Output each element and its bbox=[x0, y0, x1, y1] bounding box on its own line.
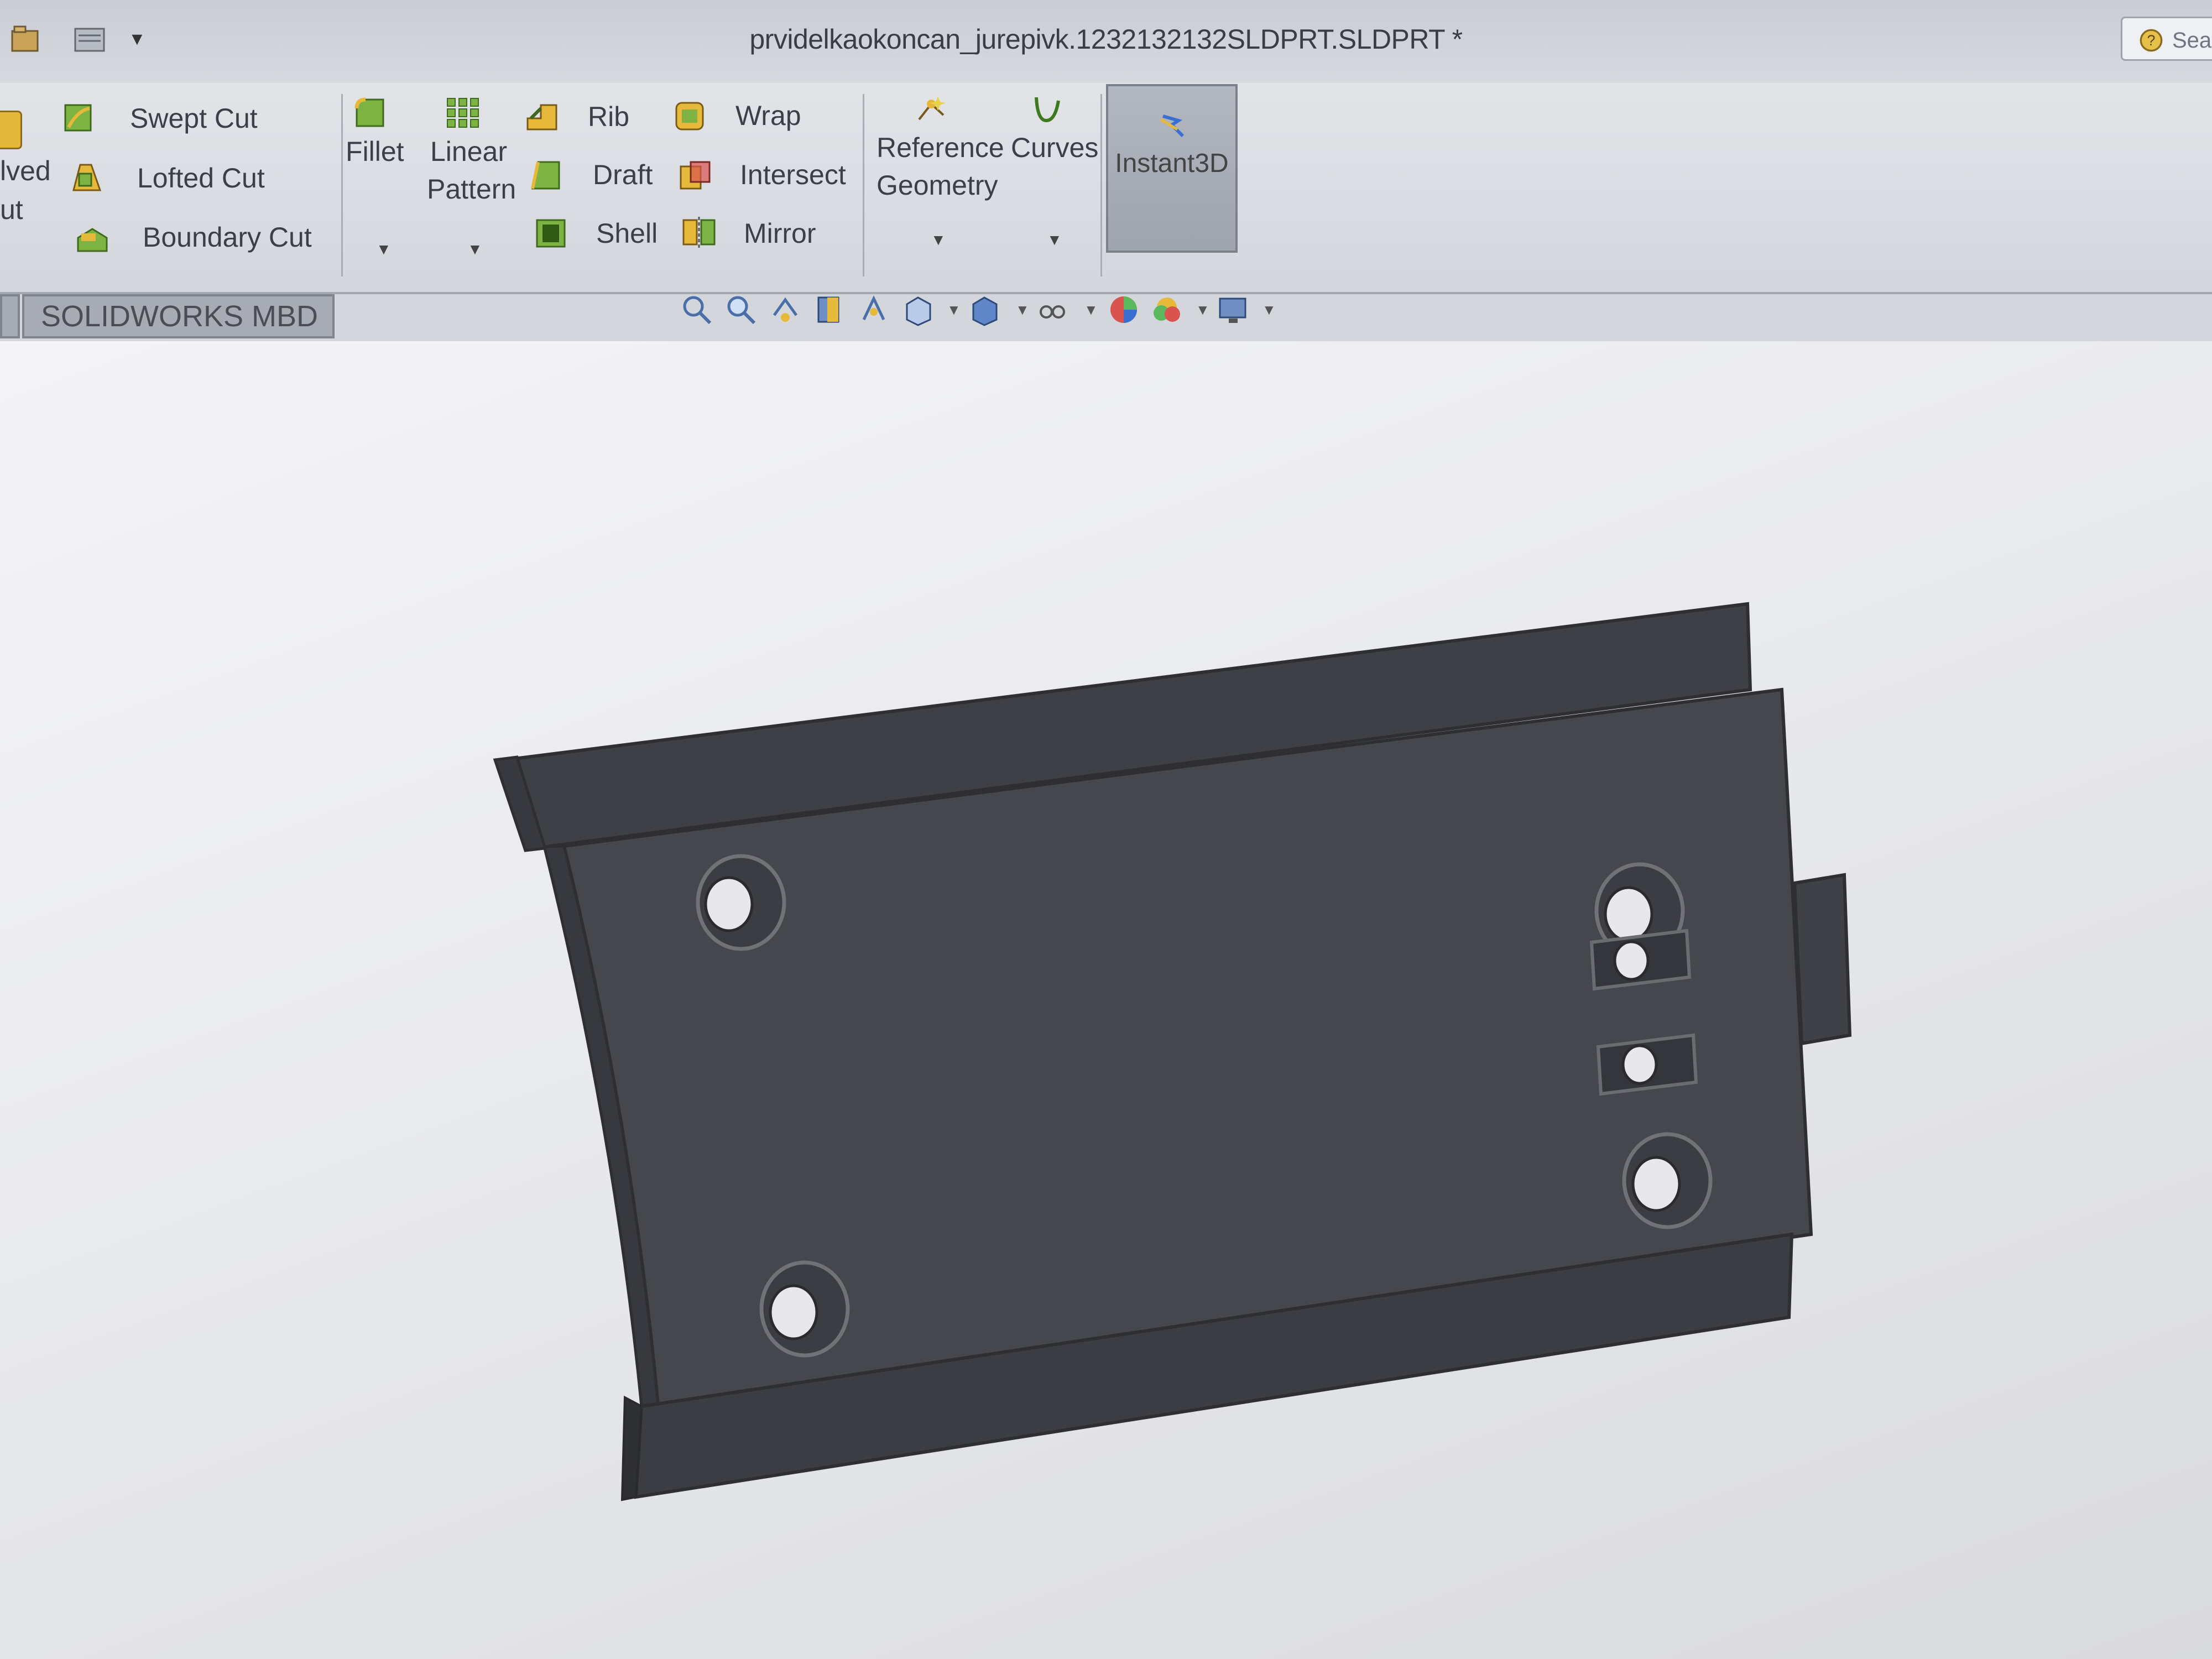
draft-icon[interactable] bbox=[528, 158, 564, 193]
zoom-to-fit-icon[interactable] bbox=[680, 293, 713, 326]
zoom-to-area-icon[interactable] bbox=[724, 293, 758, 326]
tab-previous[interactable] bbox=[0, 294, 20, 338]
wrap-label[interactable]: Wrap bbox=[735, 100, 801, 132]
reference-geometry-label-2[interactable]: Geometry bbox=[877, 169, 998, 201]
swept-cut-icon[interactable] bbox=[61, 100, 96, 135]
ribbon-separator bbox=[1100, 94, 1102, 276]
swept-cut-label[interactable]: Swept Cut bbox=[130, 102, 258, 134]
linear-pattern-label-1[interactable]: Linear bbox=[430, 135, 507, 168]
previous-view-icon[interactable] bbox=[769, 293, 802, 326]
hide-show-items-icon[interactable] bbox=[1035, 293, 1068, 326]
shell-label[interactable]: Shell bbox=[596, 217, 658, 249]
view-orientation-icon[interactable] bbox=[901, 293, 935, 326]
apply-scene-dropdown-icon[interactable]: ▼ bbox=[1196, 301, 1210, 319]
rib-label[interactable]: Rib bbox=[588, 101, 629, 133]
instant3d-label: Instant3D bbox=[1115, 149, 1229, 178]
hide-show-dropdown-icon[interactable]: ▼ bbox=[1084, 301, 1098, 319]
ribbon-separator bbox=[863, 94, 864, 276]
section-view-icon[interactable] bbox=[813, 293, 846, 326]
rib-icon[interactable] bbox=[524, 100, 560, 135]
title-bar: ▼ prvidelkaokoncan_jurepivk.1232132132SL… bbox=[0, 0, 2212, 85]
display-style-icon[interactable] bbox=[968, 293, 1001, 326]
revolved-cut-label-2[interactable]: ut bbox=[0, 194, 23, 226]
reference-geometry-icon[interactable] bbox=[914, 93, 949, 128]
curves-label[interactable]: Curves bbox=[1011, 132, 1098, 164]
revolved-cut-icon[interactable] bbox=[0, 111, 22, 149]
dynamic-annotation-icon[interactable] bbox=[857, 293, 890, 326]
mirror-icon[interactable] bbox=[681, 215, 717, 250]
tab-solidworks-mbd[interactable]: SOLIDWORKS MBD bbox=[22, 294, 335, 338]
linear-pattern-dropdown-icon[interactable]: ▼ bbox=[467, 241, 483, 258]
fillet-dropdown-icon[interactable]: ▼ bbox=[376, 241, 392, 258]
view-settings-icon[interactable] bbox=[1217, 293, 1250, 326]
revolved-cut-label-1[interactable]: lved bbox=[0, 155, 51, 187]
reference-geometry-dropdown-icon[interactable]: ▼ bbox=[931, 231, 946, 249]
help-icon: ? bbox=[2140, 29, 2163, 52]
boundary-cut-label[interactable]: Boundary Cut bbox=[143, 221, 312, 253]
window-title: prvidelkaokoncan_jurepivk.1232132132SLDP… bbox=[749, 24, 1463, 55]
lofted-cut-icon[interactable] bbox=[69, 160, 105, 196]
search-label: Sea bbox=[2172, 28, 2212, 53]
apply-scene-icon[interactable] bbox=[1150, 293, 1183, 326]
mirror-label[interactable]: Mirror bbox=[744, 217, 816, 249]
intersect-icon[interactable] bbox=[677, 158, 713, 193]
intersect-label[interactable]: Intersect bbox=[740, 159, 846, 191]
part-model[interactable] bbox=[0, 341, 2212, 1659]
linear-pattern-label-2[interactable]: Pattern bbox=[427, 173, 516, 205]
lofted-cut-label[interactable]: Lofted Cut bbox=[137, 162, 265, 194]
display-style-dropdown-icon[interactable]: ▼ bbox=[1015, 301, 1030, 319]
reference-geometry-label-1[interactable]: Reference bbox=[877, 132, 1004, 164]
curves-icon[interactable] bbox=[1030, 93, 1065, 128]
search-input[interactable]: ? Sea bbox=[2121, 17, 2212, 61]
view-orientation-dropdown-icon[interactable]: ▼ bbox=[947, 301, 961, 319]
curves-dropdown-icon[interactable]: ▼ bbox=[1047, 231, 1062, 249]
graphics-area[interactable] bbox=[0, 341, 2212, 1659]
fillet-icon[interactable] bbox=[352, 95, 388, 131]
linear-pattern-icon[interactable] bbox=[445, 95, 481, 131]
ribbon-separator bbox=[341, 94, 343, 276]
shell-icon[interactable] bbox=[534, 216, 569, 251]
instant3d-button[interactable]: Instant3D bbox=[1106, 84, 1238, 253]
instant3d-icon bbox=[1160, 114, 1185, 138]
view-settings-dropdown-icon[interactable]: ▼ bbox=[1262, 301, 1276, 319]
part-right-tab bbox=[1792, 873, 1852, 1046]
boundary-cut-icon[interactable] bbox=[75, 221, 110, 257]
fillet-label[interactable]: Fillet bbox=[346, 135, 404, 168]
draft-label[interactable]: Draft bbox=[593, 159, 653, 191]
wrap-icon[interactable] bbox=[672, 98, 707, 134]
edit-appearance-icon[interactable] bbox=[1107, 293, 1140, 326]
svg-text:?: ? bbox=[2147, 32, 2156, 49]
